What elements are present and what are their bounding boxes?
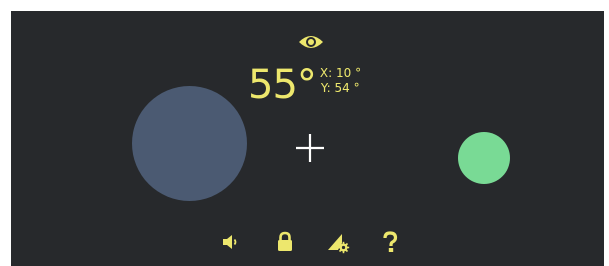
level-bubble-small <box>458 132 510 184</box>
y-angle-label: Y: 54 ° <box>320 81 360 95</box>
angle-readout: 55° X: 10 ° Y: 54 ° <box>248 63 361 107</box>
lock-icon[interactable] <box>272 229 298 255</box>
crosshair-icon <box>295 133 325 163</box>
help-icon[interactable] <box>377 229 403 255</box>
angle-value: 55° <box>248 62 317 108</box>
level-bubble-large <box>132 86 247 201</box>
xy-readout: X: 10 ° Y: 54 ° <box>320 66 361 96</box>
bottom-toolbar <box>11 229 604 259</box>
signal-settings-icon[interactable] <box>325 229 351 255</box>
eye-icon[interactable] <box>298 33 324 51</box>
volume-icon[interactable] <box>218 229 244 255</box>
level-app-screen: 55° X: 10 ° Y: 54 ° <box>11 11 604 266</box>
x-angle-label: X: 10 ° <box>319 66 362 80</box>
